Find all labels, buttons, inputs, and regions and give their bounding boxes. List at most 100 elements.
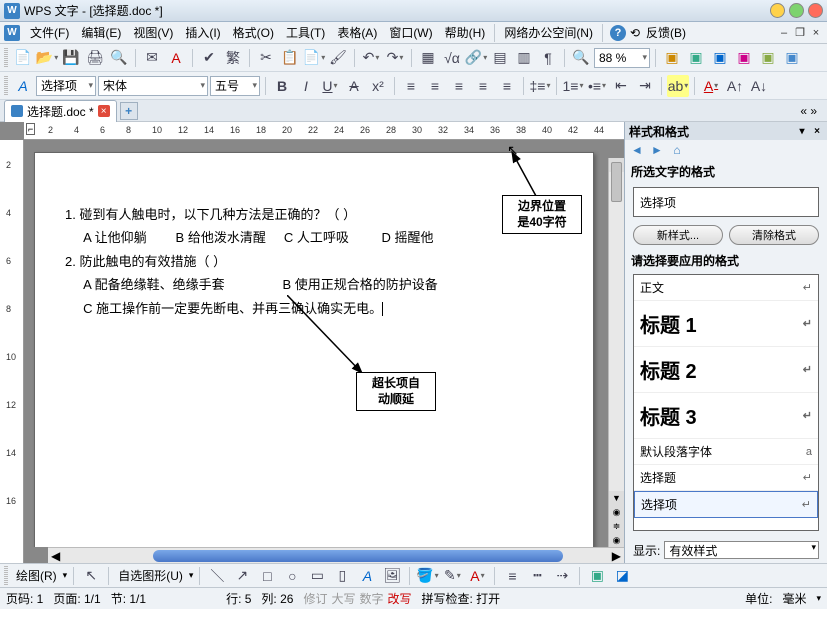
drawfontcolor-button[interactable]: A xyxy=(466,565,488,587)
fontcolor-button[interactable]: A xyxy=(700,75,722,97)
menu-netspace[interactable]: 网络办公空间(N) xyxy=(498,22,599,43)
pane5-icon[interactable]: ▣ xyxy=(757,47,779,69)
style-item[interactable]: 正文↵ xyxy=(634,275,818,301)
status-ovr[interactable]: 改写 xyxy=(387,590,411,607)
open-icon[interactable]: 📂 xyxy=(36,47,58,69)
numbering-button[interactable]: 1≡ xyxy=(562,75,584,97)
bullets-button[interactable]: •≡ xyxy=(586,75,608,97)
tab-type-button[interactable]: ⌐ xyxy=(26,123,35,135)
formula-icon[interactable]: √α xyxy=(441,47,463,69)
hscroll-thumb[interactable] xyxy=(153,550,563,562)
zoom-icon[interactable]: 🔍 xyxy=(570,47,592,69)
menu-insert[interactable]: 插入(I) xyxy=(179,22,226,43)
undo-icon[interactable]: ↶ xyxy=(360,47,382,69)
showmarks-icon[interactable]: ¶ xyxy=(537,47,559,69)
paste-icon[interactable]: 📄 xyxy=(303,47,325,69)
image-tool-icon[interactable]: 🖼 xyxy=(381,565,403,587)
vertical-scrollbar[interactable]: ▲ ▼ ◉ ≑ ◉ xyxy=(608,158,624,547)
app-menu-icon[interactable]: W xyxy=(4,25,20,41)
horizontal-scrollbar[interactable]: ◀ ▶ xyxy=(48,547,624,563)
shrink-font-button[interactable]: A↓ xyxy=(748,75,770,97)
copy-icon[interactable]: 📋 xyxy=(279,47,301,69)
style-list[interactable]: 正文↵标题 1↵标题 2↵标题 3↵默认段落字体a选择题↵选择项↵ xyxy=(633,274,819,531)
panel-back-icon[interactable]: ◄ xyxy=(629,142,645,158)
help-icon[interactable]: ? xyxy=(610,25,626,41)
panel-menu-button[interactable]: ▾ xyxy=(796,125,808,137)
spellcheck-icon[interactable]: ✔ xyxy=(198,47,220,69)
linespacing-button[interactable]: ‡≡ xyxy=(529,75,551,97)
style-select[interactable]: 选择项 xyxy=(36,76,96,96)
formatpainter-icon[interactable]: 🖌 xyxy=(327,47,349,69)
arrowstyle-button[interactable]: ⇢ xyxy=(551,565,573,587)
arrow-tool-icon[interactable]: ↗ xyxy=(231,565,253,587)
mdi-close-button[interactable]: × xyxy=(809,26,823,40)
scroll-down-button[interactable]: ▼ xyxy=(609,491,624,505)
styles-icon[interactable]: A xyxy=(12,75,34,97)
table-icon[interactable]: ▦ xyxy=(417,47,439,69)
align-center-button[interactable]: ≡ xyxy=(424,75,446,97)
doc-tab-active[interactable]: 选择题.doc * × xyxy=(4,100,117,122)
italic-button[interactable]: I xyxy=(295,75,317,97)
underline-button[interactable]: U xyxy=(319,75,341,97)
pdf-icon[interactable]: A xyxy=(165,47,187,69)
panel-fwd-icon[interactable]: ► xyxy=(649,142,665,158)
next-page-button[interactable]: ◉ xyxy=(609,533,624,547)
draw-menu[interactable]: 绘图(R) xyxy=(13,567,60,584)
translate-icon[interactable]: 繁 xyxy=(222,47,244,69)
strikeout-button[interactable]: A xyxy=(343,75,365,97)
bold-button[interactable]: B xyxy=(271,75,293,97)
mdi-restore-button[interactable]: ❐ xyxy=(793,26,807,40)
style-item[interactable]: 标题 3↵ xyxy=(634,393,818,439)
status-rev[interactable]: 修订 xyxy=(303,590,327,607)
outdent-button[interactable]: ⇤ xyxy=(610,75,632,97)
horizontal-ruler[interactable]: ⌐ 24681012141618202224262830323436384042… xyxy=(24,122,624,140)
minimize-button[interactable] xyxy=(770,3,785,18)
autoshapes-menu[interactable]: 自选图形(U) xyxy=(115,567,186,584)
new-tab-button[interactable]: + xyxy=(120,102,138,120)
line-tool-icon[interactable]: ＼ xyxy=(206,565,228,587)
mail-icon[interactable]: ✉ xyxy=(141,47,163,69)
panel-home-icon[interactable]: ⌂ xyxy=(669,142,685,158)
select-tool-icon[interactable]: ↖ xyxy=(80,565,102,587)
current-format-box[interactable]: 选择项 xyxy=(633,187,819,217)
menu-window[interactable]: 窗口(W) xyxy=(383,22,438,43)
pane3-icon[interactable]: ▣ xyxy=(709,47,731,69)
wordart-tool-icon[interactable]: A xyxy=(356,565,378,587)
show-select[interactable]: 有效样式 xyxy=(664,541,819,559)
maximize-button[interactable] xyxy=(789,3,804,18)
style-item[interactable]: 标题 1↵ xyxy=(634,301,818,347)
menu-help[interactable]: 帮助(H) xyxy=(439,22,492,43)
columns-icon[interactable]: ▥ xyxy=(513,47,535,69)
preview-icon[interactable]: 🔍 xyxy=(108,47,130,69)
highlight-button[interactable]: ab xyxy=(667,75,689,97)
status-num[interactable]: 数字 xyxy=(359,590,383,607)
new-style-button[interactable]: 新样式... xyxy=(633,225,723,245)
panel-close-button[interactable]: × xyxy=(811,125,823,137)
hyperlink-icon[interactable]: 🔗 xyxy=(465,47,487,69)
browse-object-button[interactable]: ≑ xyxy=(609,519,624,533)
pane6-icon[interactable]: ▣ xyxy=(781,47,803,69)
fillcolor-button[interactable]: 🪣 xyxy=(416,565,438,587)
pane1-icon[interactable]: ▣ xyxy=(661,47,683,69)
chart-icon[interactable]: ▤ xyxy=(489,47,511,69)
3d-button[interactable]: ◪ xyxy=(611,565,633,587)
close-button[interactable] xyxy=(808,3,823,18)
clear-format-button[interactable]: 清除格式 xyxy=(729,225,819,245)
align-right-button[interactable]: ≡ xyxy=(448,75,470,97)
status-caps[interactable]: 大写 xyxy=(331,590,355,607)
pane4-icon[interactable]: ▣ xyxy=(733,47,755,69)
menu-file[interactable]: 文件(F) xyxy=(24,22,75,43)
rect-tool-icon[interactable]: □ xyxy=(256,565,278,587)
superscript-button[interactable]: x² xyxy=(367,75,389,97)
align-justify-button[interactable]: ≡ xyxy=(472,75,494,97)
menu-tools[interactable]: 工具(T) xyxy=(280,22,331,43)
zoom-select[interactable]: 88 % xyxy=(594,48,650,68)
oval-tool-icon[interactable]: ○ xyxy=(281,565,303,587)
cut-icon[interactable]: ✂ xyxy=(255,47,277,69)
menu-table[interactable]: 表格(A) xyxy=(331,22,383,43)
linestyle-button[interactable]: ┅ xyxy=(526,565,548,587)
textbox-tool-icon[interactable]: ▭ xyxy=(306,565,328,587)
style-item[interactable]: 选择项↵ xyxy=(634,491,818,518)
save-icon[interactable]: 💾 xyxy=(60,47,82,69)
style-item[interactable]: 选择题↵ xyxy=(634,465,818,491)
